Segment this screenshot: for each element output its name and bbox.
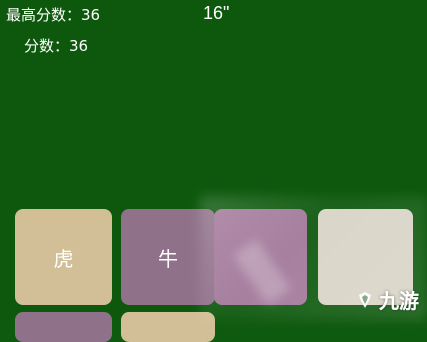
score-label: 分数：36 — [24, 37, 89, 55]
tile-label: 虎 — [53, 246, 74, 271]
best-score-label: 最高分数：36 — [6, 6, 101, 24]
tile-tiger[interactable]: 虎 — [15, 209, 112, 305]
game-board: 最高分数：36 分数：36 16" 虎 牛 九游 — [0, 0, 427, 342]
tile-label: 牛 — [158, 246, 178, 271]
watermark-text: 九游 — [379, 289, 419, 313]
tile-hidden[interactable] — [15, 312, 112, 342]
countdown-timer: 16" — [203, 3, 230, 23]
site-watermark: 九游 — [355, 285, 419, 314]
brand-logo-icon — [359, 291, 371, 308]
